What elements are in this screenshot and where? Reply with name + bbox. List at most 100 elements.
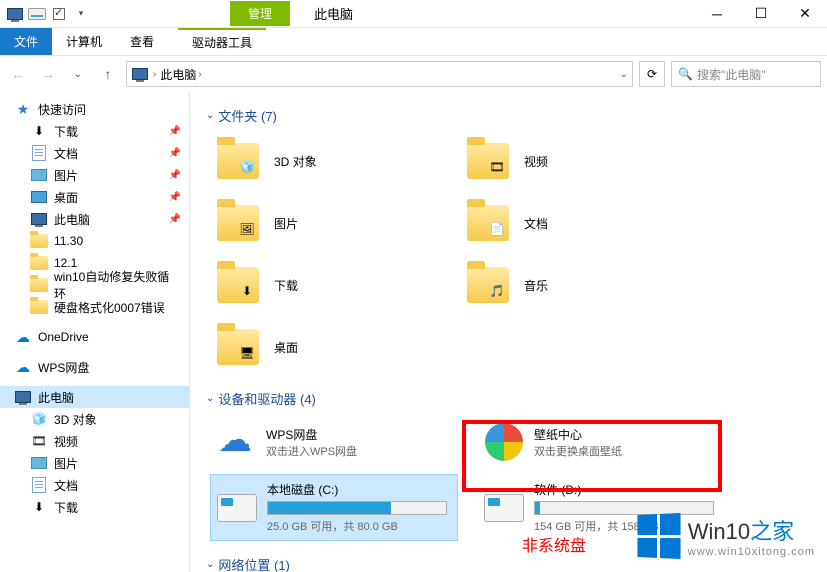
folder-tile-downloads[interactable]: ⬇ 下载	[210, 257, 440, 313]
pin-icon: 📌	[169, 126, 181, 137]
ribbon-tabs: 文件 计算机 查看 驱动器工具	[0, 28, 827, 56]
breadcrumb-label: 此电脑	[160, 66, 196, 83]
qat-item[interactable]	[28, 5, 46, 23]
sidebar-item-pictures[interactable]: 图片	[0, 452, 189, 474]
sidebar-item-video[interactable]: 🎞 视频	[0, 430, 189, 452]
sidebar-item-label: 文档	[54, 145, 78, 162]
cloud-icon: ☁	[14, 358, 32, 376]
chevron-down-icon: ⌄	[206, 559, 214, 570]
sidebar-item-folder[interactable]: 11.30	[0, 230, 189, 252]
ribbon-tab-drive-tools[interactable]: 驱动器工具	[178, 28, 266, 55]
video-icon: 🎞	[30, 432, 48, 450]
search-placeholder: 搜索"此电脑"	[697, 66, 766, 83]
tile-label: 壁纸中心	[534, 426, 720, 443]
pic-icon: 🖼	[237, 219, 257, 239]
doc-icon	[30, 476, 48, 494]
drive-tile-wps[interactable]: WPS网盘双击进入WPS网盘	[210, 416, 458, 468]
content-pane: ⌄ 文件夹 (7) 🧊3D 对象 🎞视频 🖼图片 📄文档 ⬇ 下载 🎵音乐 🖥桌面…	[190, 92, 827, 572]
sidebar-item-label: 图片	[54, 455, 78, 472]
qat-dropdown[interactable]: ▾	[72, 5, 90, 23]
sidebar-label: 快速访问	[38, 101, 86, 118]
windows-logo-icon	[637, 513, 680, 559]
3d-icon: 🧊	[237, 157, 257, 177]
ribbon-tab-computer[interactable]: 计算机	[52, 28, 116, 55]
sidebar-item-downloads[interactable]: ⬇下载	[0, 496, 189, 518]
sidebar-item-documents[interactable]: 文档	[0, 474, 189, 496]
pic-icon	[30, 166, 48, 184]
folder-icon	[30, 254, 48, 272]
sidebar-item-folder[interactable]: win10自动修复失败循环	[0, 274, 189, 296]
sidebar-item-label: 下载	[54, 123, 78, 140]
drive-usage-bar	[534, 501, 714, 515]
folder-tile-3d[interactable]: 🧊3D 对象	[210, 133, 440, 189]
nav-up-button[interactable]: ↑	[96, 62, 120, 86]
sidebar-item-downloads[interactable]: ⬇下载📌	[0, 120, 189, 142]
tile-label: 音乐	[524, 277, 548, 294]
cloud-icon: ☁	[14, 328, 32, 346]
breadcrumb-segment[interactable]: 此电脑 ›	[160, 66, 201, 83]
tile-label: 文档	[524, 215, 548, 232]
qat-checkbox[interactable]	[50, 5, 68, 23]
section-header-drives[interactable]: ⌄ 设备和驱动器 (4)	[190, 385, 827, 412]
window-controls: ─ ☐ ✕	[695, 0, 827, 28]
section-header-folders[interactable]: ⌄ 文件夹 (7)	[190, 102, 827, 129]
search-input[interactable]: 🔍 搜索"此电脑"	[671, 61, 821, 87]
search-icon: 🔍	[678, 67, 693, 81]
drive-tile-wallpaper[interactable]: 壁纸中心双击更换桌面壁纸	[478, 416, 726, 468]
quick-access-toolbar: ▾	[0, 5, 90, 23]
sidebar-wps[interactable]: ☁WPS网盘	[0, 356, 189, 378]
contextual-tab-manage[interactable]: 管理	[230, 1, 290, 26]
tile-label: 下载	[274, 277, 298, 294]
watermark-brand: Win10之家	[688, 514, 815, 546]
tile-subtext: 双击更换桌面壁纸	[534, 443, 720, 459]
address-toolbar: ← → ⌄ ↑ › 此电脑 › ⌄ ⟳ 🔍 搜索"此电脑"	[0, 56, 827, 92]
address-bar[interactable]: › 此电脑 › ⌄	[126, 61, 633, 87]
sidebar-onedrive[interactable]: ☁ OneDrive	[0, 326, 189, 348]
chevron-down-icon: ⌄	[206, 110, 214, 121]
sidebar-quick-access[interactable]: ★ 快速访问	[0, 98, 189, 120]
maximize-button[interactable]: ☐	[739, 0, 783, 28]
download-icon: ⬇	[237, 281, 257, 301]
drive-info: 25.0 GB 可用，共 80.0 GB	[267, 518, 451, 534]
minimize-button[interactable]: ─	[695, 0, 739, 28]
folder-tile-desktop[interactable]: 🖥桌面	[210, 319, 440, 375]
sidebar-item-desktop[interactable]: 桌面📌	[0, 186, 189, 208]
drive-tile-c[interactable]: 本地磁盘 (C:) 25.0 GB 可用，共 80.0 GB	[210, 474, 458, 541]
sidebar-item-documents[interactable]: 文档📌	[0, 142, 189, 164]
refresh-button[interactable]: ⟳	[639, 61, 665, 87]
sidebar-item-label: 文档	[54, 477, 78, 494]
sidebar-item-label: 此电脑	[54, 211, 90, 228]
pic-icon	[30, 454, 48, 472]
sidebar-item-3d[interactable]: 🧊3D 对象	[0, 408, 189, 430]
nav-recent-dropdown[interactable]: ⌄	[66, 62, 90, 86]
folder-tile-pictures[interactable]: 🖼图片	[210, 195, 440, 251]
sidebar-item-label: 图片	[54, 167, 78, 184]
folder-tile-video[interactable]: 🎞视频	[460, 133, 690, 189]
address-dropdown[interactable]: ⌄	[620, 69, 628, 80]
sidebar-item-label: 视频	[54, 433, 78, 450]
sidebar-label: 此电脑	[38, 389, 74, 406]
tile-label: WPS网盘	[266, 426, 452, 443]
close-button[interactable]: ✕	[783, 0, 827, 28]
section-title: 设备和驱动器 (4)	[218, 389, 316, 408]
pc-icon	[131, 65, 149, 83]
download-icon: ⬇	[30, 498, 48, 516]
ribbon-tab-file[interactable]: 文件	[0, 28, 52, 55]
sidebar-item-pictures[interactable]: 图片📌	[0, 164, 189, 186]
nav-back-button[interactable]: ←	[6, 62, 30, 86]
folder-tile-documents[interactable]: 📄文档	[460, 195, 690, 251]
nav-forward-button[interactable]: →	[36, 62, 60, 86]
sidebar-item-thispc[interactable]: 此电脑📌	[0, 208, 189, 230]
ribbon-tab-view[interactable]: 查看	[116, 28, 168, 55]
titlebar: ▾ 管理 此电脑 ─ ☐ ✕	[0, 0, 827, 28]
drive-icon	[217, 494, 257, 522]
sidebar-thispc[interactable]: 此电脑	[0, 386, 189, 408]
main-area: ★ 快速访问 ⬇下载📌 文档📌 图片📌 桌面📌 此电脑📌 11.30 12.1 …	[0, 92, 827, 572]
sidebar-label: OneDrive	[38, 330, 89, 344]
sidebar-item-label: 3D 对象	[54, 411, 97, 428]
pc-icon	[30, 210, 48, 228]
drive-usage-bar	[267, 501, 447, 515]
folder-tile-music[interactable]: 🎵音乐	[460, 257, 690, 313]
sidebar-item-folder[interactable]: 硬盘格式化0007错误	[0, 296, 189, 318]
folders-grid: 🧊3D 对象 🎞视频 🖼图片 📄文档 ⬇ 下载 🎵音乐 🖥桌面	[190, 129, 827, 385]
